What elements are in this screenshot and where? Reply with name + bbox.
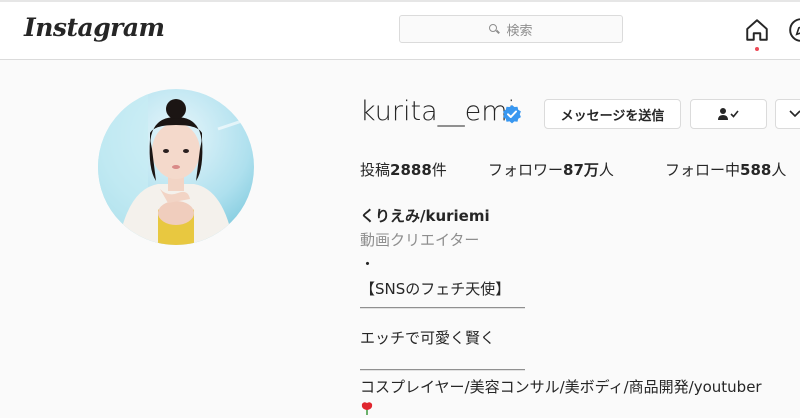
- rose-emoji-icon: [361, 402, 373, 415]
- bio-line: ・: [360, 255, 376, 273]
- bio-line: エッチで可愛く賢く: [360, 329, 496, 347]
- chevron-down-icon: [789, 110, 800, 118]
- home-icon[interactable]: [744, 17, 770, 43]
- posts-label: 投稿: [360, 161, 391, 179]
- bio-display-name: くりえみ/kuriemi: [360, 207, 490, 225]
- following-count[interactable]: フォロー中588人: [665, 159, 786, 180]
- search-icon: [489, 23, 500, 35]
- message-button[interactable]: メッセージを送信: [544, 99, 681, 129]
- followers-unit: 人: [598, 161, 614, 179]
- posts-value: 2888: [390, 161, 432, 179]
- more-options-button[interactable]: [775, 99, 800, 129]
- top-accent-strip: [0, 0, 800, 2]
- following-label: フォロー中: [665, 161, 741, 179]
- bio-divider: ＿＿＿＿＿＿＿＿＿＿＿: [360, 292, 526, 310]
- bio-divider: ＿＿＿＿＿＿＿＿＿＿＿: [360, 354, 526, 372]
- user-check-icon: [717, 108, 739, 120]
- bio-line: コスプレイヤー/美容コンサル/美ボディ/商品開発/youtuber: [360, 378, 762, 396]
- followers-label: フォロワー: [488, 161, 564, 179]
- profile-avatar[interactable]: [98, 89, 254, 245]
- bio-category: 動画クリエイター: [360, 231, 480, 249]
- top-nav-bar: Instagram 検索: [0, 0, 800, 60]
- search-input[interactable]: 検索: [399, 15, 623, 43]
- search-placeholder: 検索: [506, 23, 533, 39]
- instagram-logo[interactable]: Instagram: [24, 13, 165, 42]
- following-unit: 人: [771, 161, 787, 179]
- followers-count[interactable]: フォロワー87万人: [488, 159, 614, 180]
- posts-unit: 件: [431, 161, 447, 179]
- following-button[interactable]: [690, 99, 767, 129]
- notification-dot: [755, 47, 759, 51]
- profile-username: kurita__emi: [360, 96, 516, 127]
- verified-badge-icon: [503, 105, 521, 124]
- explore-icon[interactable]: [788, 17, 800, 43]
- posts-count: 投稿2888件: [360, 159, 447, 180]
- followers-value: 87万: [563, 161, 599, 179]
- following-value: 588: [740, 161, 772, 179]
